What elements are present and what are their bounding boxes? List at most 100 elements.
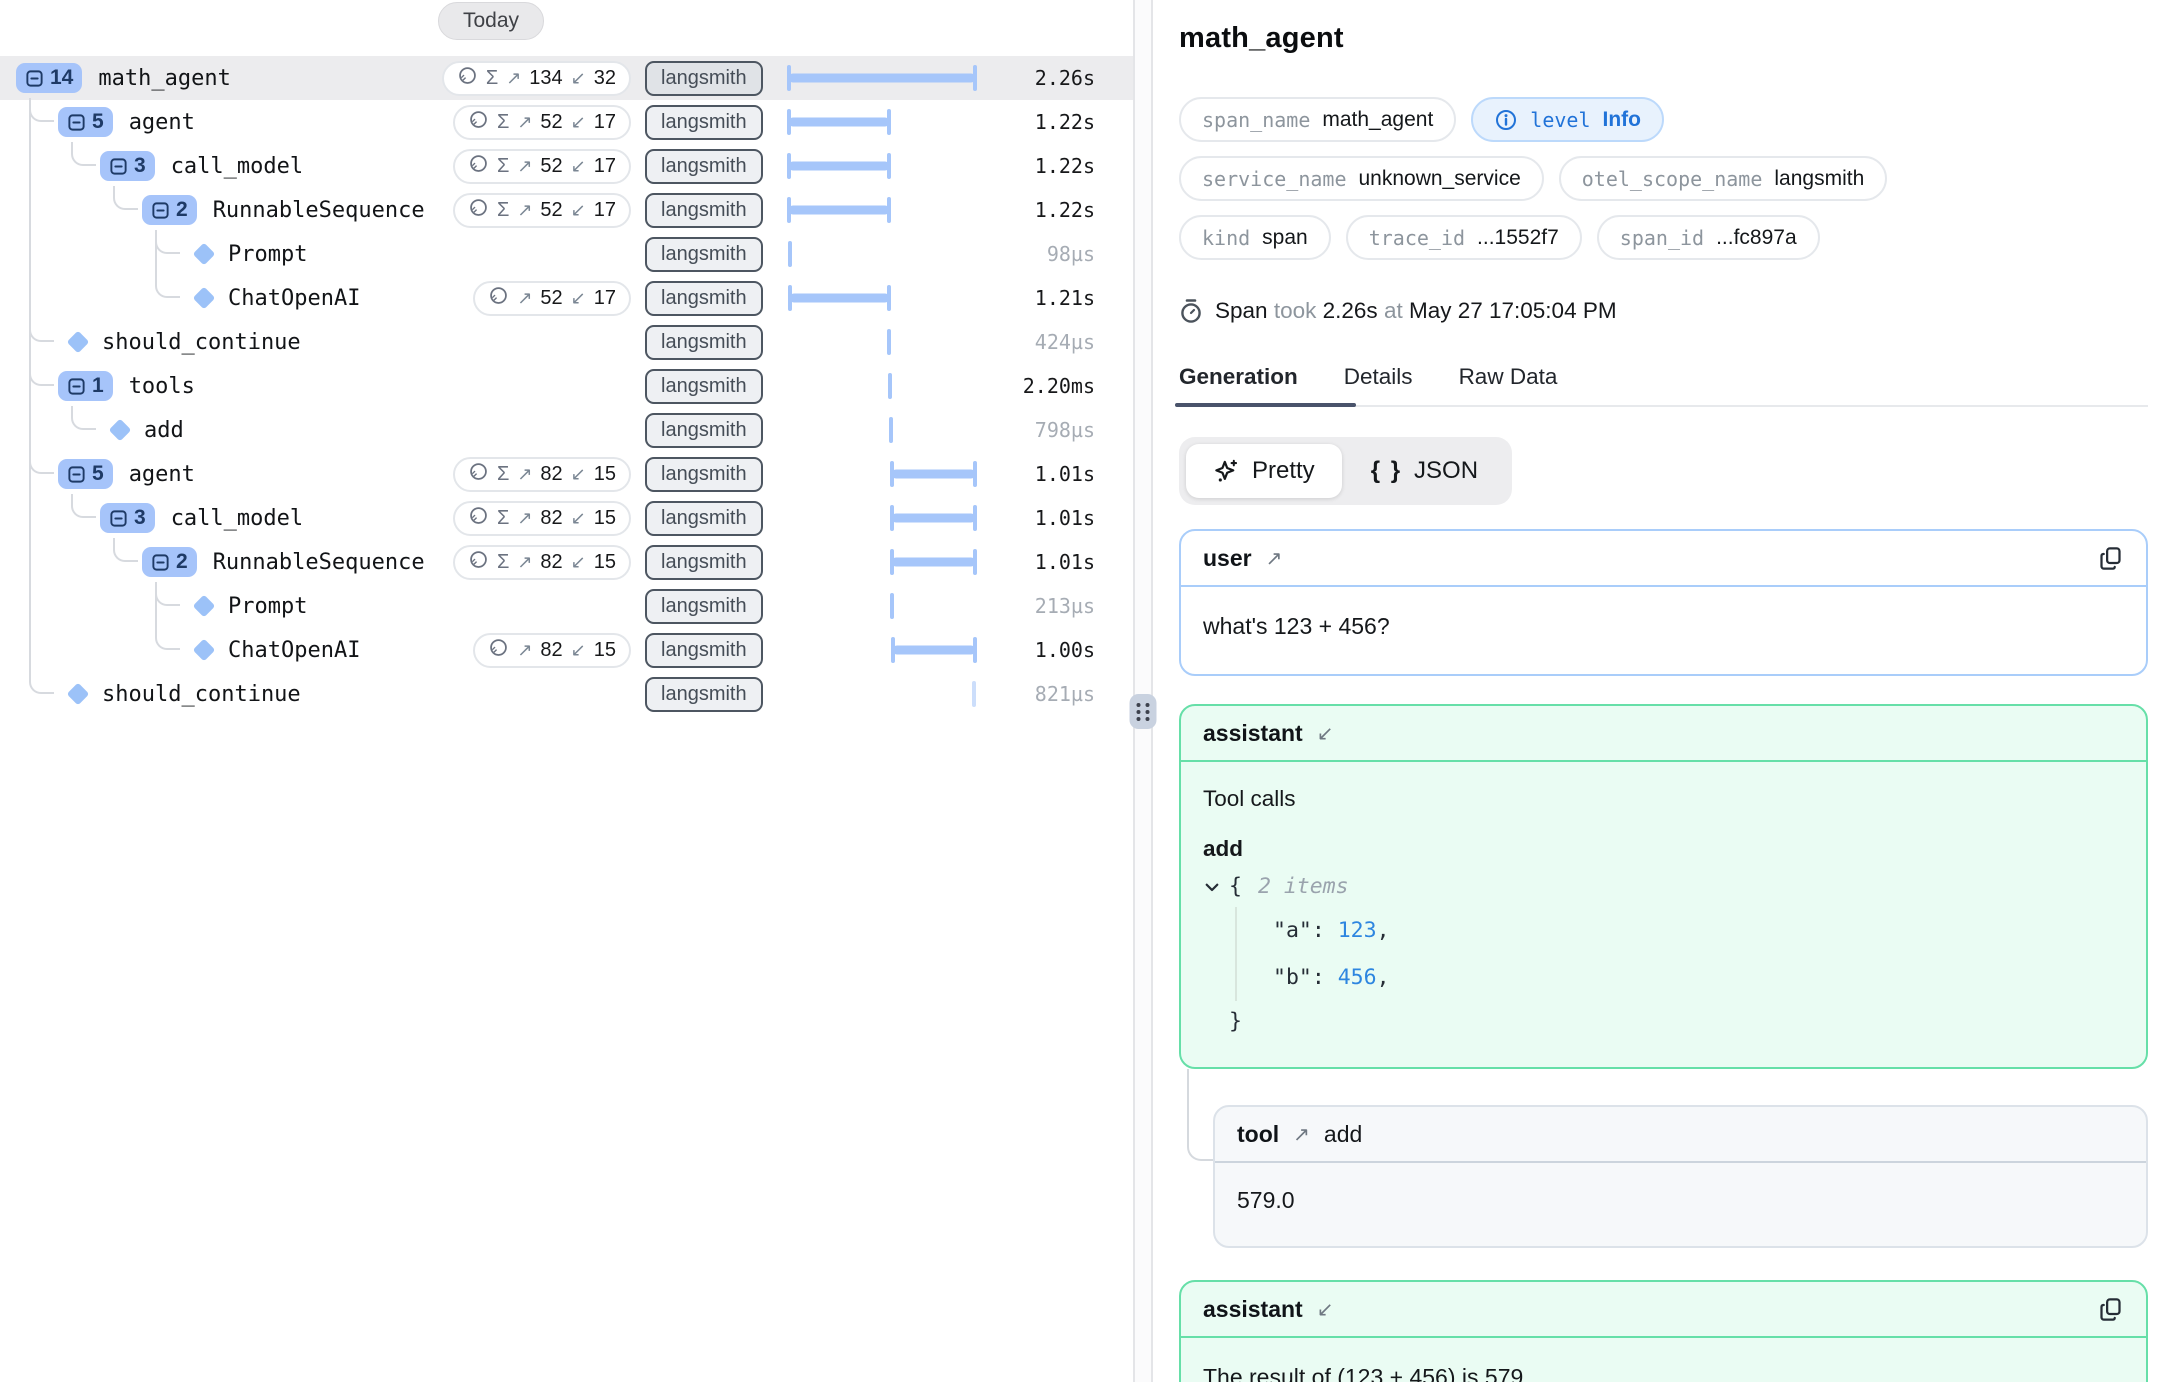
tree-row-should_continue[interactable]: should_continuelangsmith821µs: [0, 672, 1133, 716]
vendor-tag[interactable]: langsmith: [645, 105, 763, 140]
span-name-label: should_continue: [102, 330, 441, 355]
attribute-key: level: [1530, 108, 1590, 132]
tree-row-call_model[interactable]: 3call_modelΣ↗52↙17langsmith1.22s: [0, 144, 1133, 188]
sigma-icon: Σ: [497, 463, 509, 486]
token-usage-cell: ↗52↙17: [441, 281, 631, 316]
span-name-label: ChatOpenAI: [228, 638, 441, 663]
duration-bar: [789, 540, 975, 584]
tree-elbow-line: [29, 670, 54, 694]
coin-icon: [488, 637, 509, 664]
duration-label: 1.00s: [975, 638, 1095, 662]
panel-splitter[interactable]: [1133, 0, 1153, 1382]
tree-row-math_agent[interactable]: 14math_agentΣ↗134↙32langsmith2.26s: [0, 56, 1133, 100]
tree-row-agent[interactable]: 5agentΣ↗82↙15langsmith1.01s: [0, 452, 1133, 496]
pretty-toggle-button[interactable]: Pretty: [1186, 444, 1342, 498]
collapse-badge[interactable]: 14: [16, 63, 82, 93]
collapse-badge[interactable]: 5: [58, 459, 113, 489]
tree-elbow-line: [29, 450, 54, 474]
leaf-diamond-icon: [109, 419, 132, 442]
vendor-tag[interactable]: langsmith: [645, 501, 763, 536]
sigma-icon: Σ: [497, 111, 509, 134]
vendor-tag[interactable]: langsmith: [645, 237, 763, 272]
vendor-tag[interactable]: langsmith: [645, 193, 763, 228]
vendor-tag[interactable]: langsmith: [645, 633, 763, 668]
tab-generation[interactable]: Generation: [1179, 364, 1298, 405]
tree-guide-line: [29, 232, 31, 276]
token-usage-pill: ↗52↙17: [473, 281, 631, 316]
collapse-badge[interactable]: 3: [100, 503, 155, 533]
tree-guide-line: [29, 540, 31, 584]
chevron-down-icon[interactable]: [1203, 878, 1221, 896]
collapse-badge[interactable]: 2: [142, 547, 197, 577]
span-name-label: should_continue: [102, 682, 441, 707]
tool-call-args-json: { 2 items "a": 123,"b": 456, }: [1203, 874, 2124, 1037]
tree-row-Prompt[interactable]: Promptlangsmith213µs: [0, 584, 1133, 628]
coin-icon: [468, 109, 489, 136]
tree-guide-line: [29, 144, 31, 188]
vendor-tag[interactable]: langsmith: [645, 589, 763, 624]
attribute-key: span_name: [1202, 108, 1310, 132]
tree-elbow-line: [71, 406, 96, 430]
tree-row-call_model[interactable]: 3call_modelΣ↗82↙15langsmith1.01s: [0, 496, 1133, 540]
duration-label: 1.22s: [975, 198, 1095, 222]
collapse-badge[interactable]: 5: [58, 107, 113, 137]
leaf-diamond-icon: [193, 595, 216, 618]
tree-row-agent[interactable]: 5agentΣ↗52↙17langsmith1.22s: [0, 100, 1133, 144]
attribute-value: math_agent: [1322, 108, 1433, 132]
attribute-pill-kind: kindspan: [1179, 215, 1331, 260]
collapse-badge[interactable]: 2: [142, 195, 197, 225]
vendor-tag[interactable]: langsmith: [645, 677, 763, 712]
message-text: what's 123 + 456?: [1181, 587, 2146, 674]
vendor-tag[interactable]: langsmith: [645, 545, 763, 580]
close-brace: }: [1229, 1007, 2124, 1037]
input-arrow-icon: ↗: [1293, 1122, 1310, 1147]
coin-icon: [488, 285, 509, 312]
duration-label: 213µs: [975, 594, 1095, 618]
vendor-tag[interactable]: langsmith: [645, 325, 763, 360]
braces-icon: { }: [1371, 457, 1402, 485]
input-tokens-arrow-icon: ↗: [517, 508, 532, 529]
copy-button[interactable]: [2097, 1296, 2124, 1323]
vendor-tag[interactable]: langsmith: [645, 457, 763, 492]
json-toggle-button[interactable]: { } JSON: [1344, 444, 1505, 498]
sigma-icon: Σ: [497, 507, 509, 530]
vendor-tag[interactable]: langsmith: [645, 281, 763, 316]
collapse-badge[interactable]: 1: [58, 371, 113, 401]
tree-elbow-line: [29, 98, 54, 122]
message-header: assistant ↙: [1181, 706, 2146, 762]
tab-raw-data[interactable]: Raw Data: [1459, 364, 1558, 405]
attribute-key: service_name: [1202, 167, 1347, 191]
duration-bar: [789, 188, 975, 232]
view-toggle: Pretty { } JSON: [1179, 437, 1512, 505]
vendor-tag[interactable]: langsmith: [645, 149, 763, 184]
vendor-tag[interactable]: langsmith: [645, 61, 763, 96]
tree-row-add[interactable]: addlangsmith798µs: [0, 408, 1133, 452]
attribute-pill-service_name: service_name unknown_service: [1179, 156, 1544, 201]
tree-row-RunnableSequence[interactable]: 2RunnableSequenceΣ↗52↙17langsmith1.22s: [0, 188, 1133, 232]
attribute-key: otel_scope_name: [1582, 167, 1763, 191]
tab-details[interactable]: Details: [1344, 364, 1413, 405]
span-detail-panel: math_agent span_namemath_agentlevelInfos…: [1153, 0, 2172, 1382]
tree-row-should_continue[interactable]: should_continuelangsmith424µs: [0, 320, 1133, 364]
span-name-label: RunnableSequence: [213, 198, 441, 223]
attribute-key: span_id: [1620, 226, 1704, 250]
coin-icon: [468, 461, 489, 488]
json-args-list: "a": 123,"b": 456,: [1235, 907, 2124, 1001]
tree-row-ChatOpenAI[interactable]: ChatOpenAI↗52↙17langsmith1.21s: [0, 276, 1133, 320]
span-timing: Span took 2.26s at May 27 17:05:04 PM: [1179, 298, 2148, 324]
vendor-tag[interactable]: langsmith: [645, 369, 763, 404]
today-button[interactable]: Today: [438, 2, 544, 40]
vendor-tag[interactable]: langsmith: [645, 413, 763, 448]
copy-button[interactable]: [2097, 545, 2124, 572]
duration-bar: [789, 408, 975, 452]
attribute-value: unknown_service: [1359, 167, 1521, 191]
tree-guide-line: [29, 496, 31, 540]
duration-bar: [789, 496, 975, 540]
tree-row-Prompt[interactable]: Promptlangsmith98µs: [0, 232, 1133, 276]
tree-row-ChatOpenAI[interactable]: ChatOpenAI↗82↙15langsmith1.00s: [0, 628, 1133, 672]
token-usage-pill: Σ↗52↙17: [453, 149, 631, 184]
tree-row-tools[interactable]: 1toolslangsmith2.20ms: [0, 364, 1133, 408]
tree-row-RunnableSequence[interactable]: 2RunnableSequenceΣ↗82↙15langsmith1.01s: [0, 540, 1133, 584]
collapse-badge[interactable]: 3: [100, 151, 155, 181]
tool-name-label: add: [1324, 1121, 1362, 1148]
